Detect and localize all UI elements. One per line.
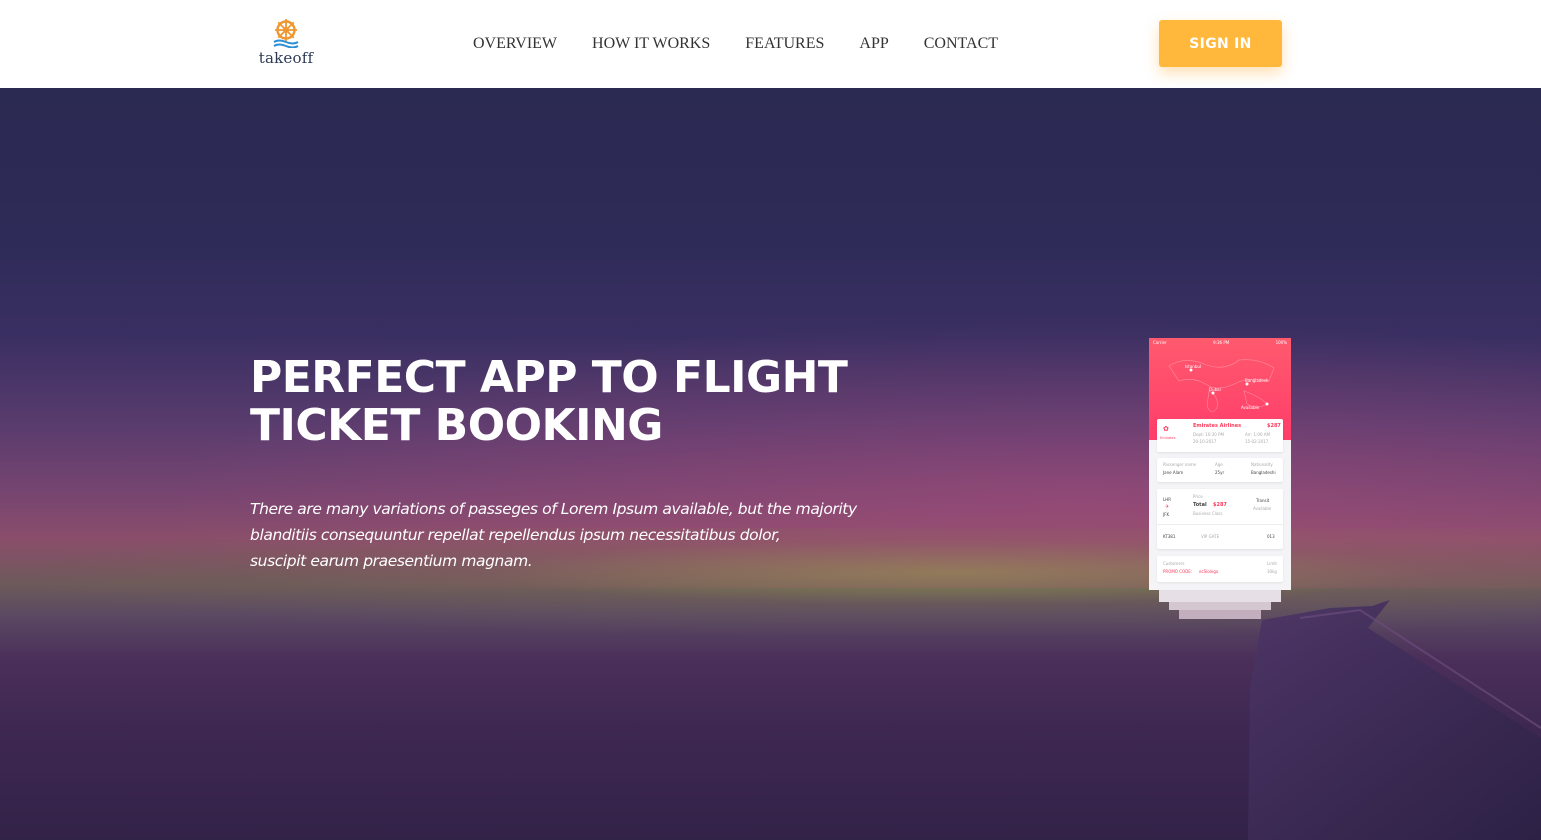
headline-line-2: TICKET BOOKING <box>250 400 663 451</box>
limit-label: Limit <box>1267 561 1277 566</box>
price-label: Price <box>1193 494 1203 499</box>
phone-reflection-step <box>1169 602 1271 610</box>
map-label-dubai: Dubai <box>1209 387 1221 392</box>
nav-item-overview[interactable]: OVERVIEW <box>473 34 557 54</box>
map-label-bangladesh: Bangladesh <box>1245 378 1269 383</box>
nav-item-contact[interactable]: CONTACT <box>924 34 998 54</box>
takeoff-logo[interactable]: takeoff <box>256 18 316 68</box>
flight-airline-card[interactable]: ✿ Emirates Emirates Airlines $287 Dept: … <box>1157 419 1283 452</box>
customers-label: Customers <box>1163 561 1185 566</box>
passenger-card: Passenger name Jane Alam Age 25yr Nation… <box>1157 458 1283 482</box>
departure-date: 20-10-2017 <box>1193 439 1217 444</box>
sign-in-button[interactable]: SIGN IN <box>1159 20 1282 67</box>
departure-time: Dept: 10:30 PM <box>1193 432 1224 437</box>
route-card: LHR ✈ JFK Price Total $287 Business Clas… <box>1157 489 1283 549</box>
world-map-icon: Istanbul Bangladesh Dubai Available <box>1168 359 1275 412</box>
card-divider <box>1157 524 1283 525</box>
hero-headline: PERFECT APP TO FLIGHT TICKET BOOKING <box>250 354 870 450</box>
promo-code: ecSlolego <box>1199 569 1219 574</box>
total-price: $287 <box>1213 502 1227 508</box>
flight-number: KT381 <box>1163 534 1176 539</box>
travel-class: Business Class <box>1193 511 1223 516</box>
headline-line-1: PERFECT APP TO FLIGHT <box>250 352 848 403</box>
destination-code: JFK <box>1163 512 1170 517</box>
main-nav: OVERVIEW HOW IT WORKS FEATURES APP CONTA… <box>473 34 998 54</box>
flight-price: $287 <box>1267 423 1281 429</box>
passenger-name: Jane Alam <box>1163 470 1184 475</box>
description-line-1: There are many variations of passeges of… <box>250 500 857 518</box>
passenger-nationality: Bangladeshi <box>1251 470 1276 475</box>
logo-text: takeoff <box>258 49 314 67</box>
gate-label: VIP GATE <box>1201 534 1220 539</box>
top-navigation-bar: takeoff OVERVIEW HOW IT WORKS FEATURES A… <box>0 0 1541 88</box>
transit-label: Transit <box>1256 498 1270 503</box>
phone-reflection-step <box>1179 610 1261 619</box>
baggage-limit: 30kg <box>1267 569 1277 574</box>
airline-logo-icon: ✿ <box>1163 425 1169 433</box>
hero-description: There are many variations of passeges of… <box>250 496 870 574</box>
plane-icon: ✈ <box>1165 504 1170 510</box>
promo-label: PROMO CODE: <box>1163 569 1193 574</box>
airline-name: Emirates Airlines <box>1193 423 1242 429</box>
app-phone-mockup: Carrier 9:36 PM 100% Istanbul Bangladesh… <box>1149 338 1291 590</box>
total-label: Total <box>1193 502 1207 508</box>
age-label: Age <box>1215 462 1223 467</box>
passenger-age: 25yr <box>1215 470 1225 475</box>
airplane-wing-image <box>1248 600 1541 840</box>
description-line-3: suscipit earum praesentium magnam. <box>250 552 533 570</box>
nav-item-features[interactable]: FEATURES <box>745 34 824 54</box>
arrival-date: 15-02-2017 <box>1245 439 1269 444</box>
nationality-label: Nationality <box>1251 462 1273 467</box>
passenger-label: Passenger name <box>1163 462 1197 467</box>
nav-item-how-it-works[interactable]: HOW IT WORKS <box>592 34 710 54</box>
origin-code: LHR <box>1163 497 1172 502</box>
airline-logo-text: Emirates <box>1160 436 1176 440</box>
map-label-istanbul: Istanbul <box>1185 364 1201 369</box>
transit-status: Available <box>1253 506 1272 511</box>
arrival-time: Arr: 1:00 AM <box>1245 432 1270 437</box>
seat-number: 013 <box>1267 534 1275 539</box>
hero-section: PERFECT APP TO FLIGHT TICKET BOOKING The… <box>0 88 1541 840</box>
promo-card: Customers PROMO CODE: ecSlolego Limit 30… <box>1157 556 1283 582</box>
description-line-2: blanditiis consequuntur repellat repelle… <box>250 526 781 544</box>
map-label-available: Available <box>1241 405 1260 410</box>
ships-wheel-icon <box>273 19 299 48</box>
phone-reflection <box>1159 590 1281 602</box>
nav-item-app[interactable]: APP <box>859 34 888 54</box>
